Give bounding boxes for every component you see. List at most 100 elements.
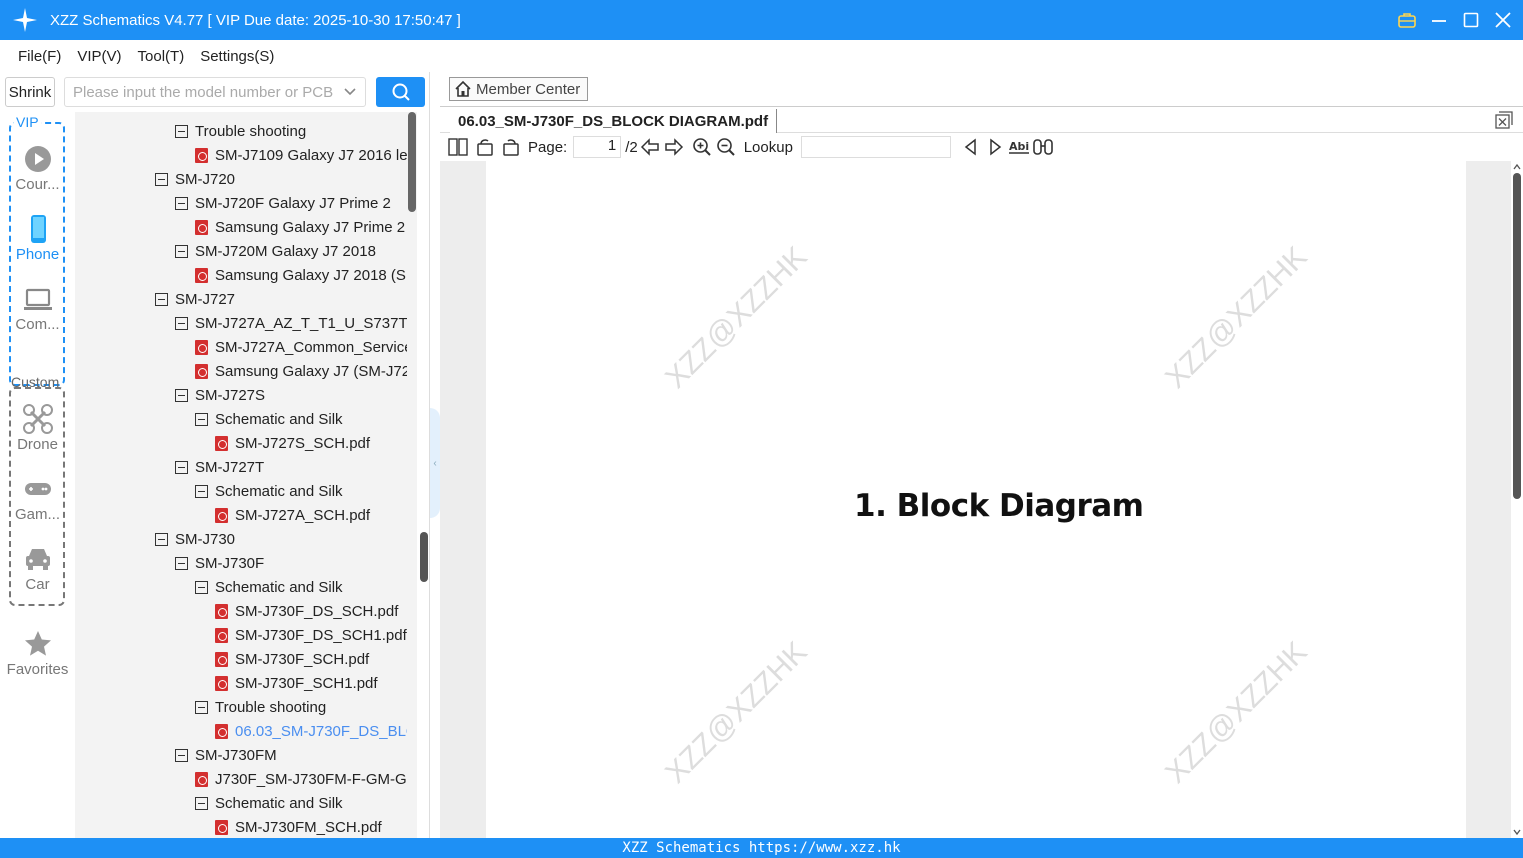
collapse-toggle-icon[interactable]: [175, 460, 188, 474]
collapse-toggle-icon[interactable]: [175, 748, 188, 762]
member-center-button[interactable]: Member Center: [449, 77, 588, 101]
tree-scrollbar-thumb[interactable]: [408, 112, 416, 212]
tree-folder-item[interactable]: SM-J730: [155, 527, 235, 551]
tree-pdf-item[interactable]: SM-J730FM_SCH.pdf: [215, 815, 382, 838]
category-courses[interactable]: Cour...: [0, 144, 75, 193]
tree-secondary-scrollbar-thumb[interactable]: [420, 532, 428, 582]
tree-folder-item[interactable]: SM-J720M Galaxy J7 2018: [175, 239, 376, 263]
tree-folder-item[interactable]: SM-J727: [155, 287, 235, 311]
tree-folder-item[interactable]: Schematic and Silk: [195, 407, 343, 431]
tree-folder-item[interactable]: Trouble shooting: [195, 695, 326, 719]
pdf-viewer[interactable]: XZZ@XZZHK XZZ@XZZHK XZZ@XZZHK XZZ@XZZHK …: [440, 161, 1523, 838]
tree-pdf-item[interactable]: J730F_SM-J730FM-F-GM-G-I: [195, 767, 407, 791]
tree-folder-item[interactable]: SM-J727S: [175, 383, 265, 407]
tree-pdf-item[interactable]: SM-J730F_DS_SCH.pdf: [215, 599, 398, 623]
viewer-scrollbar[interactable]: [1511, 161, 1523, 838]
tree-folder-item[interactable]: SM-J720F Galaxy J7 Prime 2: [175, 191, 391, 215]
collapse-toggle-icon[interactable]: [175, 196, 188, 210]
previous-page-icon[interactable]: [638, 135, 662, 159]
maximize-icon[interactable]: [1461, 10, 1481, 30]
tree-pdf-item[interactable]: SM-J727A_SCH.pdf: [215, 503, 370, 527]
chevron-down-icon[interactable]: [343, 84, 357, 98]
page-number-input[interactable]: 1: [573, 136, 622, 158]
tree-pdf-item[interactable]: SM-J730F_SCH1.pdf: [215, 671, 378, 695]
laptop-icon: [23, 288, 52, 310]
collapse-toggle-icon[interactable]: [175, 388, 188, 402]
tree-folder-item[interactable]: SM-J727T: [175, 455, 264, 479]
tree-item-label: Schematic and Silk: [215, 482, 343, 500]
tree-pdf-item[interactable]: SM-J727A_Common_Service_: [195, 335, 407, 359]
collapse-toggle-icon[interactable]: [175, 316, 188, 330]
category-drone[interactable]: Drone: [0, 404, 75, 453]
collapse-toggle-icon[interactable]: [175, 556, 188, 570]
svg-text:Abi: Abi: [1009, 140, 1029, 153]
search-button[interactable]: [376, 77, 425, 107]
match-case-icon[interactable]: Abi: [1007, 135, 1031, 159]
lookup-input[interactable]: [800, 136, 951, 158]
vip-badge-icon[interactable]: [1397, 10, 1417, 30]
collapse-toggle-icon[interactable]: [155, 292, 168, 306]
shrink-button[interactable]: Shrink: [5, 77, 55, 107]
find-previous-icon[interactable]: [959, 135, 983, 159]
rotate-left-icon[interactable]: [474, 135, 498, 159]
tree-item-label: SM-J727A_SCH.pdf: [235, 506, 371, 524]
tree-folder-item[interactable]: Schematic and Silk: [195, 479, 343, 503]
tree-item-label: SM-J730FM_SCH.pdf: [235, 818, 382, 836]
collapse-toggle-icon[interactable]: [155, 532, 168, 546]
tree-folder-item[interactable]: Schematic and Silk: [195, 575, 343, 599]
tree-pdf-item[interactable]: Samsung Galaxy J7 Prime 2 (: [195, 215, 407, 239]
star-icon: [24, 631, 51, 656]
zoom-out-icon[interactable]: [714, 135, 738, 159]
collapse-toggle-icon[interactable]: [175, 124, 188, 138]
collapse-toggle-icon[interactable]: [175, 244, 188, 258]
tree-item-label: Samsung Galaxy J7 2018 (SM: [215, 266, 407, 284]
collapse-toggle-icon[interactable]: [195, 700, 208, 714]
tree-folder-item[interactable]: Trouble shooting: [175, 119, 306, 143]
category-computer[interactable]: Com...: [0, 284, 75, 333]
tree-folder-item[interactable]: SM-J730FM: [175, 743, 277, 767]
find-next-icon[interactable]: [983, 135, 1007, 159]
minimize-icon[interactable]: [1429, 10, 1449, 30]
category-phone[interactable]: Phone: [0, 214, 75, 263]
collapse-toggle-icon[interactable]: [155, 172, 168, 186]
viewer-scrollbar-thumb[interactable]: [1513, 173, 1521, 499]
category-favorites[interactable]: Favorites: [0, 629, 75, 678]
document-tab[interactable]: 06.03_SM-J730F_DS_BLOCK DIAGRAM.pdf: [450, 109, 778, 133]
tree-pdf-item[interactable]: SM-J730F_SCH.pdf: [215, 647, 369, 671]
collapse-panel-handle[interactable]: ‹: [430, 408, 440, 518]
close-tab-icon[interactable]: [1495, 111, 1513, 129]
rotate-right-icon[interactable]: [498, 135, 522, 159]
menu-file[interactable]: File(F): [18, 48, 61, 65]
menu-vip[interactable]: VIP(V): [77, 48, 121, 65]
collapse-toggle-icon[interactable]: [195, 484, 208, 498]
tree-folder-item[interactable]: Schematic and Silk: [195, 791, 343, 815]
tree-pdf-item[interactable]: SM-J7109 Galaxy J7 2016 lev: [195, 143, 407, 167]
menu-tool[interactable]: Tool(T): [138, 48, 185, 65]
close-icon[interactable]: [1493, 10, 1513, 30]
tree-folder-item[interactable]: SM-J730F: [175, 551, 264, 575]
tree-pdf-item[interactable]: 06.03_SM-J730F_DS_BLOC: [215, 719, 407, 743]
next-page-icon[interactable]: [662, 135, 686, 159]
scroll-down-icon[interactable]: [1513, 828, 1521, 836]
tree-item-label: SM-J730F_DS_SCH1.pdf: [235, 626, 407, 644]
collapse-toggle-icon[interactable]: [195, 796, 208, 810]
zoom-in-icon[interactable]: [690, 135, 714, 159]
collapse-toggle-icon[interactable]: [195, 412, 208, 426]
tree-folder-item[interactable]: SM-J720: [155, 167, 235, 191]
watermark: XZZ@XZZHK: [659, 635, 814, 790]
search-input[interactable]: Please input the model number or PCB: [64, 77, 366, 107]
collapse-toggle-icon[interactable]: [195, 580, 208, 594]
tree-pdf-item[interactable]: Samsung Galaxy J7 (SM-J727: [195, 359, 407, 383]
category-label: Car: [25, 576, 50, 593]
menu-settings[interactable]: Settings(S): [200, 48, 274, 65]
category-car[interactable]: Car: [0, 544, 75, 593]
two-page-view-icon[interactable]: [446, 135, 470, 159]
binoculars-icon[interactable]: [1031, 135, 1055, 159]
scroll-up-icon[interactable]: [1513, 163, 1521, 171]
tree-pdf-item[interactable]: SM-J730F_DS_SCH1.pdf: [215, 623, 407, 647]
tree-pdf-item[interactable]: Samsung Galaxy J7 2018 (SM: [195, 263, 407, 287]
tree-item-label: Schematic and Silk: [215, 410, 343, 428]
tree-folder-item[interactable]: SM-J727A_AZ_T_T1_U_S737TL G: [175, 311, 407, 335]
tree-pdf-item[interactable]: SM-J727S_SCH.pdf: [215, 431, 370, 455]
category-game[interactable]: Gam...: [0, 474, 75, 523]
